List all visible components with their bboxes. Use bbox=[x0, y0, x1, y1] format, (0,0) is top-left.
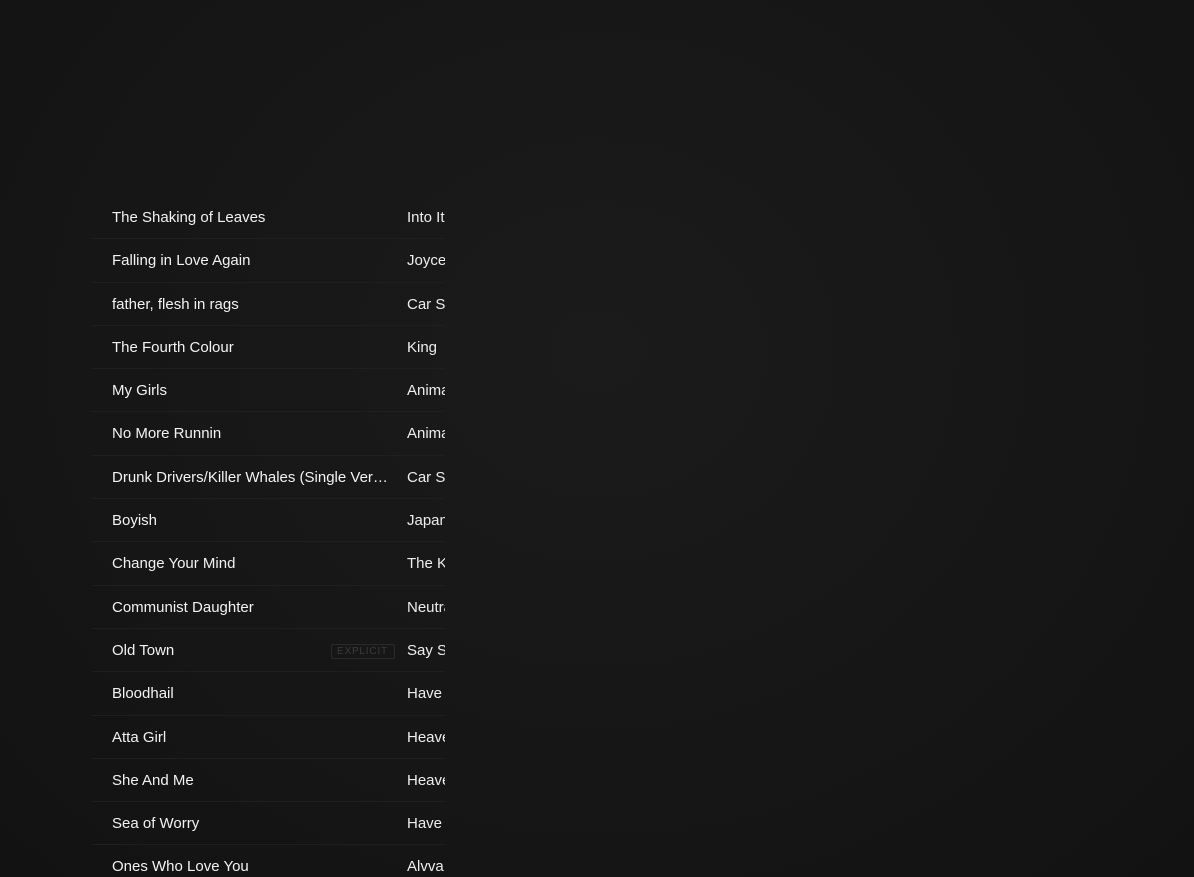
track-row[interactable]: She And Me Heave bbox=[92, 759, 445, 803]
track-title[interactable]: Communist Daughter bbox=[112, 598, 392, 618]
track-row[interactable]: The Fourth Colour King bbox=[92, 326, 445, 370]
track-title[interactable]: Bloodhail bbox=[112, 684, 392, 704]
track-artist[interactable]: Car Seat bbox=[407, 468, 445, 488]
track-title[interactable]: She And Me bbox=[112, 771, 392, 791]
track-artist[interactable]: Car Seat bbox=[407, 295, 445, 315]
track-artist[interactable]: Heave bbox=[407, 771, 445, 791]
track-artist[interactable]: Japan bbox=[407, 511, 445, 531]
track-row[interactable]: Ones Who Love You Alvva bbox=[92, 845, 445, 877]
track-row[interactable]: Boyish Japan bbox=[92, 499, 445, 543]
track-title[interactable]: The Shaking of Leaves bbox=[112, 208, 392, 228]
track-row[interactable]: No More Runnin Animal bbox=[92, 412, 445, 456]
track-row[interactable]: My Girls Animal bbox=[92, 369, 445, 413]
track-row[interactable]: Falling in Love Again Joyce bbox=[92, 239, 445, 283]
track-title[interactable]: father, flesh in rags bbox=[112, 295, 392, 315]
track-artist[interactable]: Have bbox=[407, 684, 445, 704]
track-artist[interactable]: Have bbox=[407, 814, 445, 834]
track-title[interactable]: My Girls bbox=[112, 381, 392, 401]
track-row[interactable]: Sea of Worry Have bbox=[92, 802, 445, 846]
track-row[interactable]: Atta Girl Heave bbox=[92, 716, 445, 759]
track-title[interactable]: No More Runnin bbox=[112, 424, 392, 444]
track-artist[interactable]: Animal bbox=[407, 381, 445, 401]
explicit-badge: EXPLICIT bbox=[331, 643, 395, 659]
track-title[interactable]: Drunk Drivers/Killer Whales (Single Vers… bbox=[112, 468, 392, 488]
track-row[interactable]: Bloodhail Have bbox=[92, 672, 445, 716]
track-title[interactable]: Sea of Worry bbox=[112, 814, 392, 834]
track-artist[interactable]: The K bbox=[407, 554, 445, 574]
track-artist[interactable]: Animal bbox=[407, 424, 445, 444]
track-artist[interactable]: Alvva bbox=[407, 857, 445, 877]
track-title[interactable]: Boyish bbox=[112, 511, 392, 531]
track-row[interactable]: Change Your Mind The K bbox=[92, 542, 445, 586]
app-window: The Shaking of Leaves Into It Falling in… bbox=[0, 0, 1194, 877]
track-row[interactable]: father, flesh in rags Car Seat bbox=[92, 283, 445, 326]
track-artist[interactable]: King bbox=[407, 338, 445, 358]
track-title[interactable]: The Fourth Colour bbox=[112, 338, 392, 358]
track-title[interactable]: Change Your Mind bbox=[112, 554, 392, 574]
track-artist[interactable]: Into It bbox=[407, 208, 445, 228]
track-title[interactable]: Old Town bbox=[112, 641, 322, 661]
track-artist[interactable]: Say S bbox=[407, 641, 445, 661]
track-row[interactable]: Communist Daughter Neutral bbox=[92, 586, 445, 629]
track-artist[interactable]: Joyce bbox=[407, 251, 445, 271]
track-artist[interactable]: Heave bbox=[407, 728, 445, 748]
track-row[interactable]: The Shaking of Leaves Into It bbox=[92, 196, 445, 240]
tracklist: The Shaking of Leaves Into It Falling in… bbox=[92, 196, 445, 877]
track-artist[interactable]: Neutral bbox=[407, 598, 445, 618]
track-title[interactable]: Falling in Love Again bbox=[112, 251, 392, 271]
track-title[interactable]: Atta Girl bbox=[112, 728, 392, 748]
track-title[interactable]: Ones Who Love You bbox=[112, 857, 392, 877]
track-row[interactable]: Drunk Drivers/Killer Whales (Single Vers… bbox=[92, 456, 445, 500]
track-row[interactable]: Old Town EXPLICIT Say S bbox=[92, 629, 445, 673]
